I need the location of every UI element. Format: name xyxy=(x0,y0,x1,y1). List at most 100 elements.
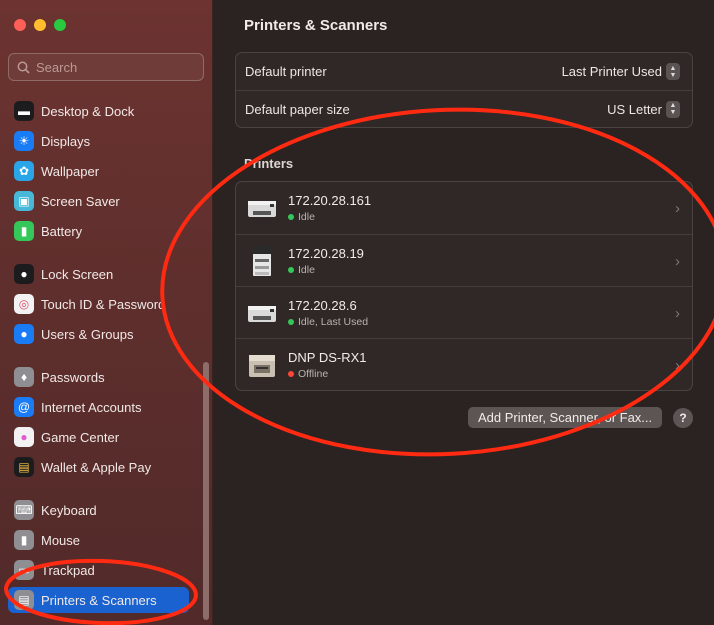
printer-row[interactable]: 172.20.28.161 Idle › xyxy=(236,182,692,234)
sidebar-scrollbar[interactable] xyxy=(203,362,209,620)
sidebar: ▬ Desktop & Dock ☀ Displays ✿ Wallpaper ▣ Scree… xyxy=(0,0,213,625)
sidebar-item-label: Touch ID & Password xyxy=(41,296,166,312)
sidebar-item-label: Passwords xyxy=(41,369,105,385)
sidebar-item-keyboard[interactable]: ⌨ Keyboard xyxy=(8,497,189,523)
chevron-right-icon: › xyxy=(675,253,680,270)
default-paper-size-popup[interactable]: US Letter ▲ ▼ xyxy=(607,100,680,118)
add-printer-button[interactable]: Add Printer, Scanner, or Fax... xyxy=(468,407,663,428)
close-window-button[interactable] xyxy=(14,19,26,31)
desktop-dock-icon: ▬ xyxy=(14,101,34,121)
sidebar-item-label: Users & Groups xyxy=(41,326,134,342)
minimize-window-button[interactable] xyxy=(34,19,46,31)
game-center-icon: ● xyxy=(14,427,34,447)
printer-name: 172.20.28.19 xyxy=(288,245,364,261)
printers-list: 172.20.28.161 Idle › 172.20.28.19 Idle › 172.2… xyxy=(235,181,693,391)
displays-icon: ☀ xyxy=(14,131,34,151)
sidebar-item-wallpaper[interactable]: ✿ Wallpaper xyxy=(8,158,189,184)
default-printer-label: Default printer xyxy=(245,64,327,79)
chevron-right-icon: › xyxy=(675,200,680,217)
status-dot-icon xyxy=(288,370,294,377)
sidebar-item-label: Trackpad xyxy=(41,562,95,578)
search-field[interactable] xyxy=(8,53,204,81)
sidebar-item-touch-id-password[interactable]: ◎ Touch ID & Password xyxy=(8,291,189,317)
sidebar-item-label: Battery xyxy=(41,223,83,239)
sidebar-item-label: Mouse xyxy=(41,532,81,548)
status-dot-icon xyxy=(288,214,294,220)
page-title: Printers & Scanners xyxy=(244,17,388,34)
printer-icon: ▤ xyxy=(14,590,34,610)
key-icon: ♦ xyxy=(14,367,34,387)
printer-row[interactable]: 172.20.28.19 Idle › xyxy=(236,234,692,286)
sidebar-item-label: Lock Screen xyxy=(41,266,114,282)
sidebar-item-label: Printers & Scanners xyxy=(41,592,157,608)
sidebar-item-wallet-apple-pay[interactable]: ▤ Wallet & Apple Pay xyxy=(8,454,189,480)
sidebar-item-label: Game Center xyxy=(41,429,120,445)
printer-status-text: Idle, Last Used xyxy=(298,315,369,328)
default-settings-group: Default printer Last Printer Used ▲ ▼ Def… xyxy=(235,52,693,128)
printer-status: Offline xyxy=(288,368,367,380)
default-paper-size-value: US Letter xyxy=(607,101,662,117)
users-icon: ● xyxy=(14,324,34,344)
printer-info: DNP DS-RX1 Offline xyxy=(288,350,367,380)
zoom-window-button[interactable] xyxy=(54,19,66,31)
printer-status-text: Idle xyxy=(298,211,315,223)
printer-name: 172.20.28.161 xyxy=(288,193,372,208)
default-printer-popup[interactable]: Last Printer Used ▲ ▼ xyxy=(562,63,680,80)
printer-status-text: Idle xyxy=(298,263,315,276)
wallpaper-icon: ✿ xyxy=(14,161,34,181)
screen-saver-icon: ▣ xyxy=(14,191,34,211)
sidebar-item-label: Internet Accounts xyxy=(41,399,142,415)
fingerprint-icon: ◎ xyxy=(14,294,34,314)
printer-row[interactable]: 172.20.28.6 Idle, Last Used › xyxy=(236,286,692,338)
default-printer-value: Last Printer Used xyxy=(561,64,662,79)
sidebar-item-printers-scanners[interactable]: ▤ Printers & Scanners xyxy=(8,587,189,613)
printer-info: 172.20.28.161 Idle xyxy=(288,193,371,223)
printer-name: DNP DS-RX1 xyxy=(288,349,367,365)
sidebar-item-mouse[interactable]: ▮ Mouse xyxy=(8,527,189,553)
printer-info: 172.20.28.19 Idle xyxy=(288,246,364,276)
printer-info: 172.20.28.6 Idle, Last Used xyxy=(288,298,368,328)
sidebar-item-battery[interactable]: ▮ Battery xyxy=(8,218,189,244)
main-pane: Printers & Scanners Default printer Last… xyxy=(214,0,714,625)
printer-status: Idle, Last Used xyxy=(288,316,368,328)
default-printer-row: Default printer Last Printer Used ▲ ▼ xyxy=(236,53,692,90)
chevron-right-icon: › xyxy=(675,305,680,322)
mfp-printer-icon xyxy=(246,245,278,277)
sidebar-item-internet-accounts[interactable]: @ Internet Accounts xyxy=(8,394,189,420)
battery-icon: ▮ xyxy=(14,221,34,241)
trackpad-icon: ▭ xyxy=(14,560,34,580)
laser-printer-icon xyxy=(246,297,278,329)
sidebar-item-label: Keyboard xyxy=(41,502,97,518)
laser-printer-icon xyxy=(246,192,278,224)
sidebar-item-users-groups[interactable]: ● Users & Groups xyxy=(8,321,189,347)
mouse-icon: ▮ xyxy=(14,530,34,550)
photo-printer-icon xyxy=(246,349,278,381)
help-button[interactable]: ? xyxy=(673,408,693,428)
sidebar-item-trackpad[interactable]: ▭ Trackpad xyxy=(8,557,189,583)
window-controls xyxy=(14,19,66,31)
popup-chevrons-icon: ▲ ▼ xyxy=(666,100,680,118)
search-icon xyxy=(17,61,30,74)
sidebar-item-label: Desktop & Dock xyxy=(41,103,135,119)
sidebar-item-label: Wallet & Apple Pay xyxy=(41,459,152,475)
popup-chevrons-icon: ▲ ▼ xyxy=(666,63,680,80)
sidebar-item-game-center[interactable]: ● Game Center xyxy=(8,424,189,450)
sidebar-item-desktop-dock[interactable]: ▬ Desktop & Dock xyxy=(8,98,189,124)
at-icon: @ xyxy=(14,397,34,417)
printer-row[interactable]: DNP DS-RX1 Offline › xyxy=(236,338,692,390)
printer-status: Idle xyxy=(288,264,364,276)
sidebar-item-passwords[interactable]: ♦ Passwords xyxy=(8,364,189,390)
sidebar-item-displays[interactable]: ☀ Displays xyxy=(8,128,189,154)
status-dot-icon xyxy=(288,318,294,325)
printer-status: Idle xyxy=(288,211,371,223)
keyboard-icon: ⌨ xyxy=(14,500,34,520)
status-dot-icon xyxy=(288,266,294,273)
sidebar-item-label: Screen Saver xyxy=(41,193,120,209)
sidebar-item-screen-saver[interactable]: ▣ Screen Saver xyxy=(8,188,189,214)
lock-icon: ● xyxy=(14,264,34,284)
sidebar-item-label: Displays xyxy=(41,133,91,149)
printers-heading: Printers xyxy=(244,156,294,171)
sidebar-item-lock-screen[interactable]: ● Lock Screen xyxy=(8,261,189,287)
search-input[interactable] xyxy=(36,59,186,75)
chevron-right-icon: › xyxy=(675,357,680,374)
